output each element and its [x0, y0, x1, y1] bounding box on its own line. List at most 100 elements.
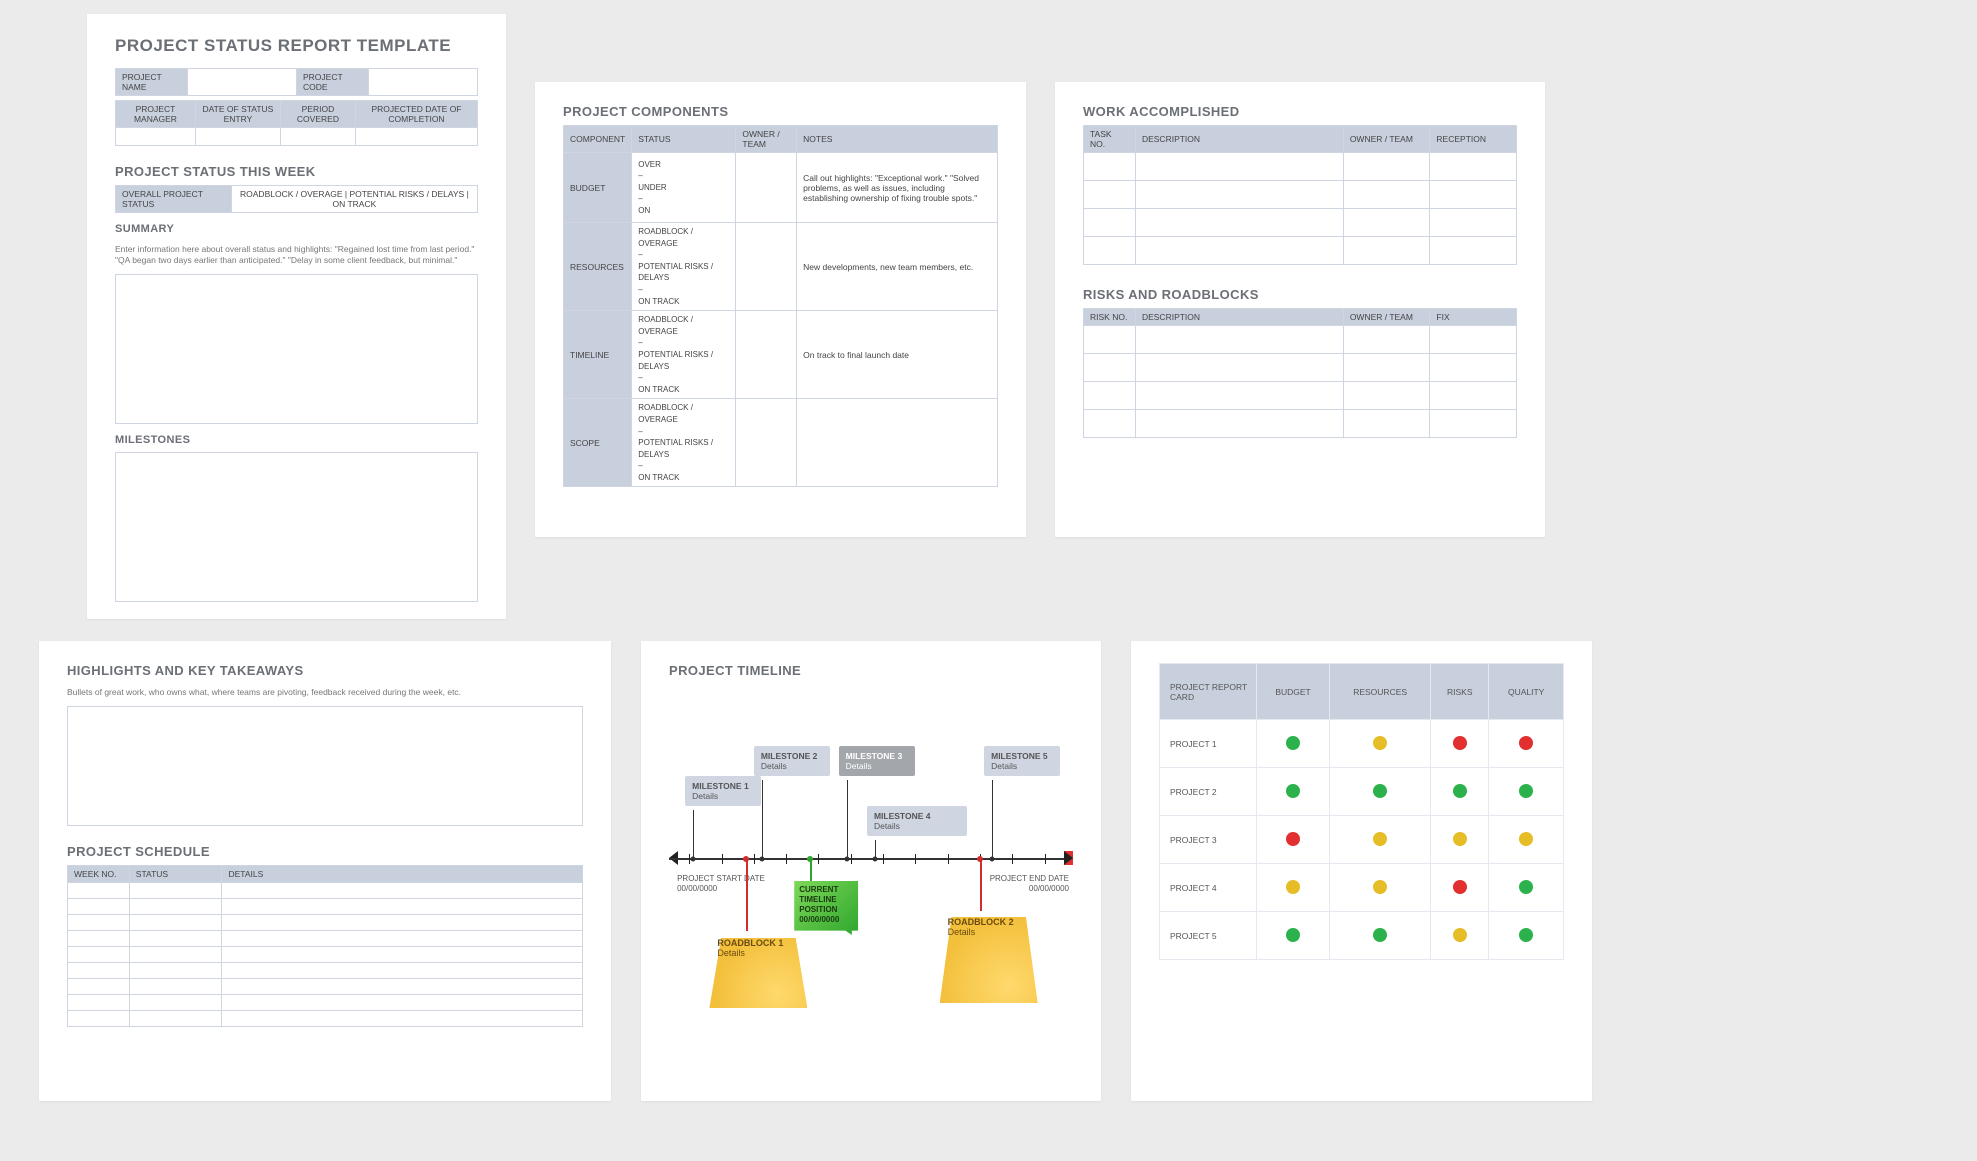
hdr-status: STATUS: [632, 126, 736, 153]
row-timeline-status[interactable]: ROADBLOCK / OVERAGE–POTENTIAL RISKS / DE…: [632, 311, 736, 399]
table-row[interactable]: [1084, 153, 1517, 181]
card-timeline: PROJECT TIMELINE PROJECT START DATE00/00…: [641, 641, 1101, 1101]
rc-status-cell: [1330, 720, 1431, 768]
row-timeline-owner[interactable]: [736, 311, 797, 399]
row-timeline: TIMELINE ROADBLOCK / OVERAGE–POTENTIAL R…: [564, 311, 998, 399]
row-resources-notes[interactable]: New developments, new team members, etc.: [797, 223, 998, 311]
row-scope-owner[interactable]: [736, 399, 797, 487]
status-dot-icon: [1453, 928, 1467, 942]
row-resources: RESOURCES ROADBLOCK / OVERAGE–POTENTIAL …: [564, 223, 998, 311]
card-work-risks: WORK ACCOMPLISHED TASK NO. DESCRIPTION O…: [1055, 82, 1545, 537]
date-entry-input[interactable]: [195, 128, 280, 146]
completion-input[interactable]: [355, 128, 477, 146]
row-budget-status[interactable]: OVER–UNDER–ON: [632, 153, 736, 223]
status-dot-icon: [1373, 832, 1387, 846]
row-budget-notes[interactable]: Call out highlights: "Exceptional work."…: [797, 153, 998, 223]
pm-input[interactable]: [116, 128, 196, 146]
row-resources-status[interactable]: ROADBLOCK / OVERAGE–POTENTIAL RISKS / DE…: [632, 223, 736, 311]
highlights-title: HIGHLIGHTS AND KEY TAKEAWAYS: [67, 663, 583, 678]
current-position-box[interactable]: CURRENT TIMELINE POSITION00/00/0000: [794, 881, 858, 935]
status-dot-icon: [1373, 880, 1387, 894]
status-dot-icon: [1519, 736, 1533, 750]
table-row[interactable]: [68, 899, 583, 915]
overall-status-options[interactable]: ROADBLOCK / OVERAGE | POTENTIAL RISKS / …: [231, 186, 477, 213]
hdr-owner: OWNER / TEAM: [736, 126, 797, 153]
roadblock-2[interactable]: ROADBLOCK 2Details: [940, 911, 1038, 1003]
hdr-pm: PROJECT MANAGER: [116, 101, 196, 128]
milestone-5[interactable]: MILESTONE 5Details: [984, 746, 1060, 776]
timeline-title: PROJECT TIMELINE: [669, 663, 1073, 678]
summary-title: SUMMARY: [115, 223, 478, 235]
work-h2: DESCRIPTION: [1135, 126, 1343, 153]
milestone-3[interactable]: MILESTONE 3Details: [839, 746, 915, 776]
row-budget-owner[interactable]: [736, 153, 797, 223]
table-row[interactable]: [68, 915, 583, 931]
summary-input[interactable]: [115, 274, 478, 424]
table-row[interactable]: [1084, 181, 1517, 209]
sched-h2: STATUS: [129, 866, 222, 883]
row-resources-owner[interactable]: [736, 223, 797, 311]
card-highlights-schedule: HIGHLIGHTS AND KEY TAKEAWAYS Bullets of …: [39, 641, 611, 1101]
table-row[interactable]: [1084, 354, 1517, 382]
table-row[interactable]: [1084, 326, 1517, 354]
card-report-card: PROJECT REPORT CARD BUDGET RESOURCES RIS…: [1131, 641, 1592, 1101]
project-name-input[interactable]: [188, 69, 297, 96]
table-row[interactable]: [68, 947, 583, 963]
rc-status-cell: [1330, 864, 1431, 912]
milestones-input[interactable]: [115, 452, 478, 602]
arrow-right-icon: [1064, 851, 1073, 865]
row-timeline-notes[interactable]: On track to final launch date: [797, 311, 998, 399]
rc-header-budget: BUDGET: [1256, 664, 1329, 720]
work-table: TASK NO. DESCRIPTION OWNER / TEAM RECEPT…: [1083, 125, 1517, 265]
table-row[interactable]: [1084, 382, 1517, 410]
status-dot-icon: [1373, 736, 1387, 750]
roadblock-1[interactable]: ROADBLOCK 1Details: [709, 932, 807, 1008]
rc-status-cell: [1330, 912, 1431, 960]
status-dot-icon: [1286, 928, 1300, 942]
period-input[interactable]: [280, 128, 355, 146]
table-row[interactable]: [1084, 209, 1517, 237]
table-row[interactable]: [68, 1011, 583, 1027]
rc-status-cell: [1330, 768, 1431, 816]
title: PROJECT STATUS REPORT TEMPLATE: [115, 36, 478, 56]
table-row[interactable]: [68, 883, 583, 899]
milestones-title: MILESTONES: [115, 434, 478, 446]
card-overview: PROJECT STATUS REPORT TEMPLATE PROJECT N…: [87, 14, 506, 619]
report-card-table: PROJECT REPORT CARD BUDGET RESOURCES RIS…: [1159, 663, 1564, 960]
project-code-input[interactable]: [369, 69, 478, 96]
table-row: PROJECT 2: [1160, 768, 1564, 816]
table-row[interactable]: [1084, 237, 1517, 265]
project-meta1: PROJECT NAME PROJECT CODE: [115, 68, 478, 96]
status-dot-icon: [1519, 928, 1533, 942]
rc-status-cell: [1489, 768, 1564, 816]
status-dot-icon: [1453, 784, 1467, 798]
milestone-2[interactable]: MILESTONE 2Details: [754, 746, 830, 776]
status-dot-icon: [1519, 880, 1533, 894]
row-budget: BUDGET OVER–UNDER–ON Call out highlights…: [564, 153, 998, 223]
table-row[interactable]: [68, 931, 583, 947]
rc-header-first: PROJECT REPORT CARD: [1160, 664, 1257, 720]
status-dot-icon: [1453, 832, 1467, 846]
rc-project-name: PROJECT 2: [1160, 768, 1257, 816]
milestone-1[interactable]: MILESTONE 1Details: [685, 776, 761, 806]
table-row[interactable]: [68, 979, 583, 995]
row-scope-status[interactable]: ROADBLOCK / OVERAGE–POTENTIAL RISKS / DE…: [632, 399, 736, 487]
status-dot-icon: [1373, 784, 1387, 798]
overall-status: OVERALL PROJECT STATUS ROADBLOCK / OVERA…: [115, 185, 478, 213]
overall-status-label: OVERALL PROJECT STATUS: [116, 186, 232, 213]
table-row[interactable]: [1084, 410, 1517, 438]
risk-title: RISKS AND ROADBLOCKS: [1083, 287, 1517, 302]
highlights-input[interactable]: [67, 706, 583, 826]
schedule-table: WEEK NO. STATUS DETAILS: [67, 865, 583, 1027]
rc-status-cell: [1256, 768, 1329, 816]
table-row[interactable]: [68, 963, 583, 979]
rc-header-risks: RISKS: [1431, 664, 1489, 720]
row-scope-notes[interactable]: [797, 399, 998, 487]
rc-status-cell: [1431, 720, 1489, 768]
milestone-4[interactable]: MILESTONE 4Details: [867, 806, 967, 836]
table-row: PROJECT 5: [1160, 912, 1564, 960]
hdr-date-entry: DATE OF STATUS ENTRY: [195, 101, 280, 128]
table-row[interactable]: [68, 995, 583, 1011]
project-code-label: PROJECT CODE: [296, 69, 368, 96]
risk-h2: DESCRIPTION: [1135, 309, 1343, 326]
